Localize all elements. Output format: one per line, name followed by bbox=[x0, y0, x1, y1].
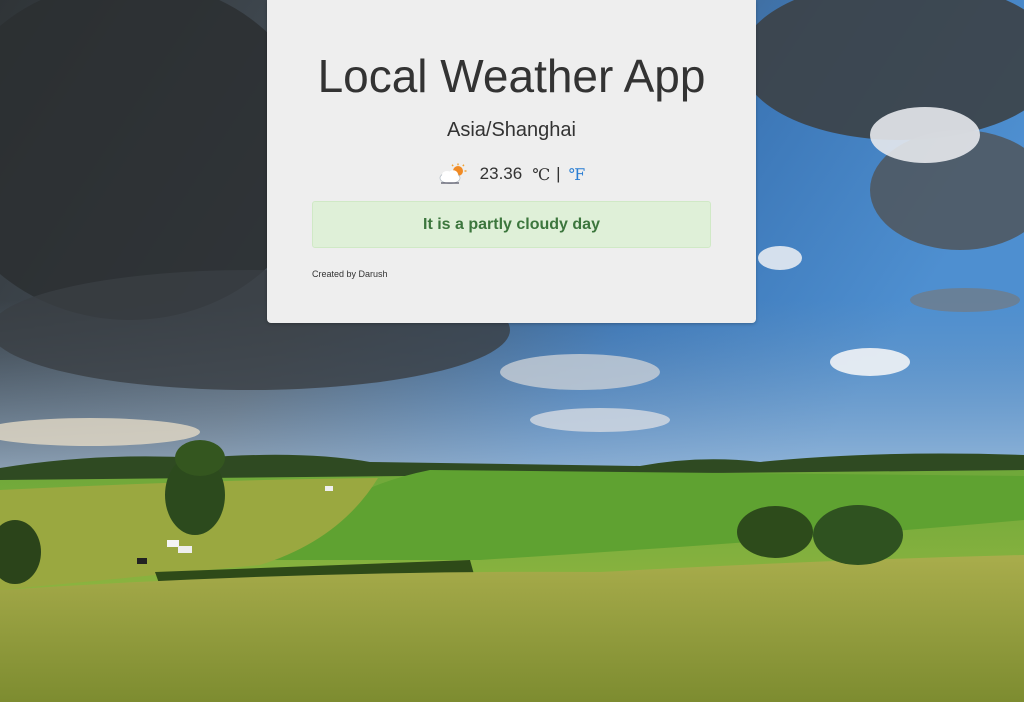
weather-card: Local Weather App Asia/Shanghai 23.36 ℃ … bbox=[267, 0, 756, 323]
fahrenheit-unit-link[interactable]: ℉ bbox=[569, 165, 586, 184]
location-label: Asia/Shanghai bbox=[447, 119, 576, 141]
temperature-value: 23.36 bbox=[479, 164, 523, 183]
temperature-row: 23.36 ℃ | ℉ bbox=[267, 160, 756, 188]
page-title: Local Weather App bbox=[317, 50, 706, 102]
credit-text: Created by Darush bbox=[312, 269, 388, 279]
background-scene: Local Weather App Asia/Shanghai 23.36 ℃ … bbox=[0, 0, 1024, 702]
weather-condition-alert: It is a partly cloudy day bbox=[312, 201, 711, 248]
unit-separator: | bbox=[556, 164, 561, 183]
partly-cloudy-icon bbox=[439, 163, 467, 184]
celsius-unit-toggle[interactable]: ℃ bbox=[532, 165, 550, 184]
